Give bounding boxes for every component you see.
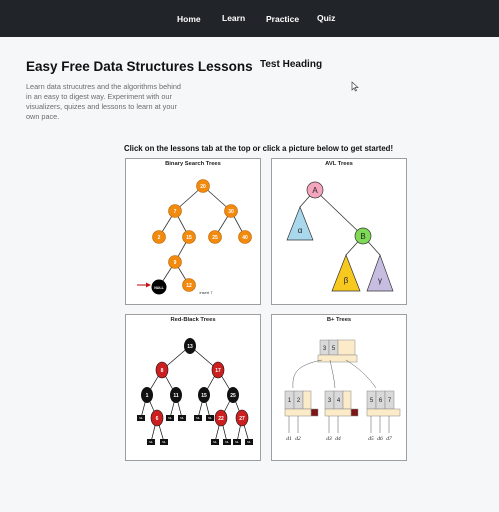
top-navbar: Home Learn Practice Quiz	[0, 0, 499, 37]
bst-node-label: 9	[174, 260, 177, 266]
bst-node-label: 40	[242, 235, 248, 241]
bplus-data-label: d1	[286, 436, 292, 442]
rbt-nil-label: NIL	[139, 417, 143, 420]
rbt-node-label: 15	[201, 393, 207, 399]
rbt-node-label: 22	[218, 416, 224, 422]
rbt-nil-label: NIL	[196, 417, 200, 420]
bplus-root-pointers	[317, 354, 358, 363]
rbt-node-label: 1	[146, 393, 149, 399]
test-heading: Test Heading	[260, 59, 323, 70]
rbt-nil-label: NIL	[247, 441, 251, 444]
rbt-node-label: 17	[215, 368, 221, 374]
avl-beta-label: β	[344, 276, 349, 285]
bplus-data-label: d3	[326, 436, 332, 442]
rbt-diagram: NIL NIL NIL NIL NIL NIL NIL NIL NIL NIL …	[137, 338, 253, 445]
avl-lesson-card[interactable]: AVL Trees A B α β γ	[271, 158, 407, 305]
rbt-node-label: 27	[239, 416, 245, 422]
bst-node-label: 12	[186, 283, 192, 289]
bplus-leaf-empty	[342, 390, 352, 410]
bst-node-label: 30	[228, 209, 234, 215]
rbt-node-label: 13	[187, 344, 193, 350]
rbt-nil-label: NIL	[208, 417, 212, 420]
avl-alpha-label: α	[298, 226, 303, 235]
nav-home-link[interactable]: Home	[177, 14, 201, 24]
rbt-node-label: 8	[161, 368, 164, 374]
nav-practice-link[interactable]: Practice	[266, 14, 299, 24]
bst-arrowhead-icon	[146, 282, 151, 288]
bplus-root-pointer	[337, 339, 356, 356]
avl-node-b-label: B	[360, 232, 365, 241]
bst-lesson-card[interactable]: Binary Search Trees 20 7 30 2 15 25 40 9…	[125, 158, 261, 305]
hero-title: Easy Free Data Structures Lessons	[26, 59, 253, 74]
bst-node-label: 2	[158, 235, 161, 241]
bplus-link-arrow	[329, 359, 336, 389]
rbt-node-label: 25	[230, 393, 236, 399]
avl-diagram: A B α β γ	[286, 181, 394, 292]
bplus-link-arrow	[292, 359, 323, 389]
bst-node-label: 15	[186, 235, 192, 241]
avl-gamma-label: γ	[378, 276, 382, 285]
rbt-nil-label: NIL	[180, 417, 184, 420]
bst-node-label: 25	[212, 235, 218, 241]
avl-node-a-label: A	[312, 186, 318, 195]
bplus-link-arrow	[345, 359, 377, 389]
bplus-data-label: d2	[295, 436, 301, 442]
rbt-node-label: 6	[156, 416, 159, 422]
rbt-lesson-card[interactable]: Red-Black Trees NIL NIL NIL NIL NIL NIL …	[125, 314, 261, 461]
bst-diagram: 20 7 30 2 15 25 40 9 12 NULL insert 7	[137, 179, 252, 295]
bst-node-label: 7	[174, 209, 177, 215]
rbt-nil-label: NIL	[235, 441, 239, 444]
rbt-nil-label: NIL	[168, 417, 172, 420]
bplus-data-label: d4	[335, 435, 341, 442]
instructions-text: Click on the lessons tab at the top or c…	[124, 144, 394, 153]
bplus-leaf-data	[324, 408, 352, 417]
bplus-leaf-next-pointer	[310, 408, 319, 417]
hero-description: Learn data strucutres and the algorithms…	[26, 82, 181, 121]
bst-insert-label: insert 7	[199, 290, 213, 295]
bst-node-label: 20	[200, 184, 206, 190]
avl-subtree-beta	[331, 254, 361, 292]
rbt-nil-label: NIL	[149, 441, 153, 444]
avl-subtree-gamma	[366, 253, 394, 292]
bplus-leaf-empty	[302, 390, 312, 410]
rbt-node-label: 11	[173, 393, 179, 399]
mouse-cursor-icon	[351, 81, 359, 92]
bplus-lesson-card[interactable]: B+ Trees 3 5 1 2 3 4 5 6 7 d1 d2 d3 d4 d…	[271, 314, 407, 461]
rbt-nil-label: NIL	[213, 441, 217, 444]
bplus-data-label: d7	[386, 436, 392, 442]
bplus-data-label: d5	[368, 436, 374, 442]
avl-subtree-alpha	[286, 206, 314, 241]
bplus-leaf-data	[366, 408, 401, 417]
bplus-leaf-next-pointer	[350, 408, 359, 417]
nav-quiz-link[interactable]: Quiz	[317, 13, 335, 23]
rbt-nil-label: NIL	[225, 441, 229, 444]
bplus-data-label: d6	[377, 436, 383, 442]
bst-null-label: NULL	[154, 286, 164, 290]
rbt-nil-label: NIL	[162, 441, 166, 444]
nav-learn-link[interactable]: Learn	[222, 13, 245, 23]
bplus-leaf-data	[284, 408, 312, 417]
bplus-diagram: 3 5 1 2 3 4 5 6 7 d1 d2 d3 d4 d5 d6 d7	[284, 339, 401, 442]
